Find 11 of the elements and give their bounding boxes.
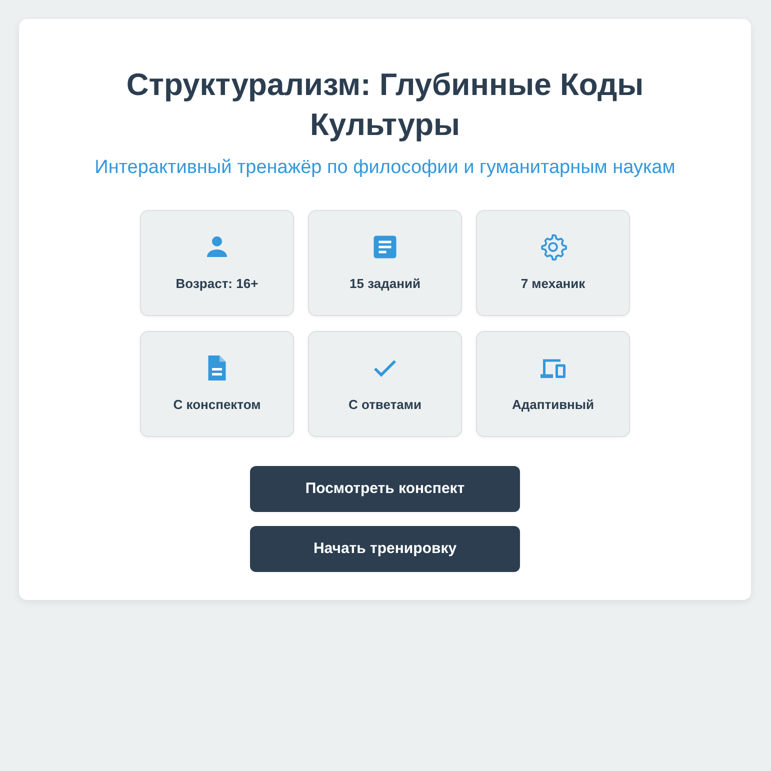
feature-label: С ответами <box>348 396 422 414</box>
view-notes-button[interactable]: Посмотреть конспект <box>250 466 520 512</box>
gear-icon <box>538 232 568 262</box>
feature-label: 15 заданий <box>350 275 420 294</box>
feature-label: 7 механик <box>520 275 586 294</box>
feature-label: Возраст: 16+ <box>176 275 258 294</box>
feature-label: Адаптивный <box>512 396 594 414</box>
feature-label: С конспектом <box>173 396 261 414</box>
subtitle: Интерактивный тренажёр по философии и гуманитарным наукам <box>94 156 676 180</box>
start-training-button[interactable]: Начать тренировку <box>250 526 520 572</box>
page-title: Структурализм: Глубинные Коды Культуры <box>125 66 645 144</box>
